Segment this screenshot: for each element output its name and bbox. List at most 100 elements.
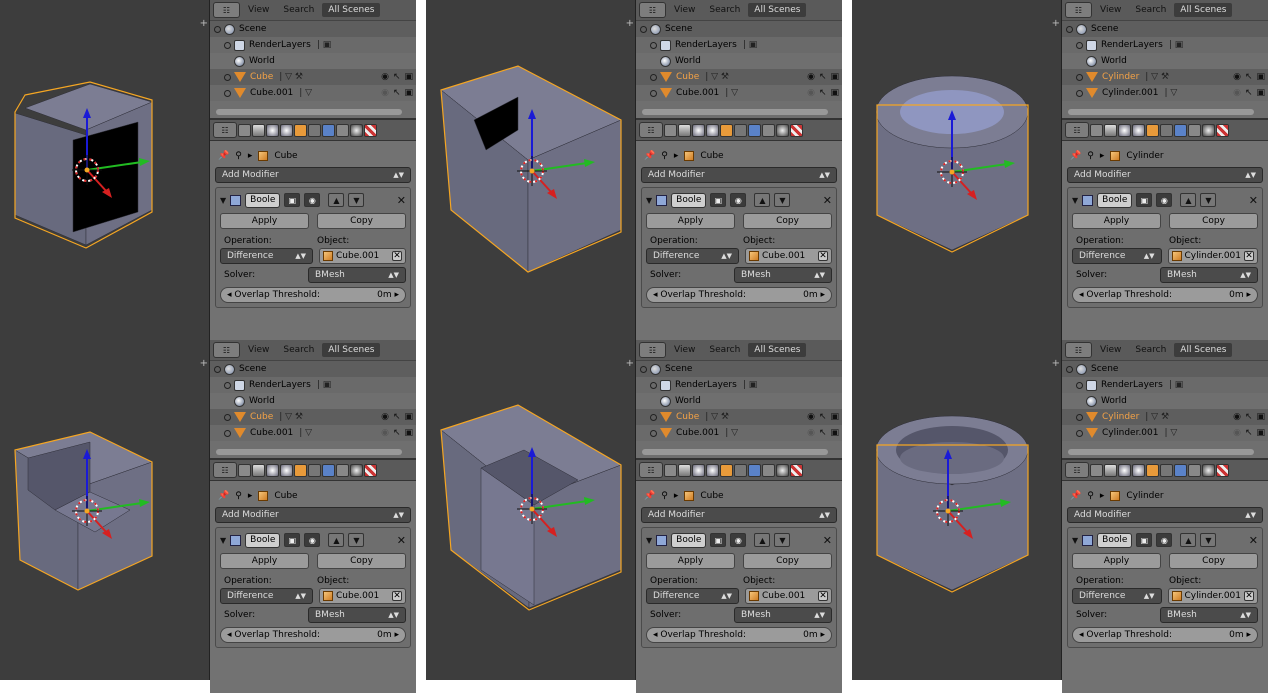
solver-dropdown[interactable]: BMesh ▲▼ <box>734 267 832 283</box>
tree-row-object-2[interactable]: Cube.001 | ▽ ◉ ↖ ▣ <box>636 85 842 101</box>
close-icon[interactable]: ✕ <box>1249 534 1258 547</box>
editor-type-icon[interactable]: ☷ <box>213 122 237 138</box>
eye-icon[interactable]: ◉ <box>381 72 389 82</box>
right-arrow-icon[interactable]: ▸ <box>392 290 399 300</box>
expand-icon[interactable] <box>640 25 647 33</box>
data-tab-icon[interactable] <box>762 123 775 137</box>
expand-icon[interactable] <box>224 429 231 437</box>
tree-row-world[interactable]: World <box>210 53 416 69</box>
3d-viewport[interactable]: + <box>0 340 209 680</box>
cursor-icon[interactable]: ↖ <box>819 88 827 98</box>
close-icon[interactable]: ✕ <box>397 534 406 547</box>
eye-icon[interactable]: ◉ <box>1233 428 1241 438</box>
expand-icon[interactable] <box>650 89 657 97</box>
eye-icon[interactable]: ◉ <box>381 412 389 422</box>
expand-icon[interactable] <box>224 381 231 389</box>
clear-icon[interactable]: ✕ <box>1244 251 1254 261</box>
modifiers-tab-icon[interactable] <box>748 463 761 477</box>
viewport-plus-icon[interactable]: + <box>1052 18 1060 29</box>
overlap-threshold-slider[interactable]: ◂ Overlap Threshold: 0m ▸ <box>220 287 406 303</box>
scene-tab-icon[interactable] <box>1118 123 1131 137</box>
constraints-tab-icon[interactable] <box>308 463 321 477</box>
expand-icon[interactable] <box>1076 89 1083 97</box>
outliner-scrollbar[interactable] <box>210 445 416 459</box>
editor-type-icon[interactable]: ☷ <box>1065 2 1092 18</box>
camera-icon[interactable]: ▣ <box>1136 193 1153 207</box>
scene-tab-icon[interactable] <box>266 463 279 477</box>
tab-view[interactable]: View <box>668 3 701 17</box>
tree-row-object-2[interactable]: Cube.001 | ▽ ◉ ↖ ▣ <box>636 425 842 441</box>
collapse-arrow-icon[interactable]: ▼ <box>220 536 226 545</box>
arrow-down-icon[interactable]: ▼ <box>348 193 365 207</box>
eye-icon[interactable]: ◉ <box>1233 88 1241 98</box>
cursor-icon[interactable]: ↖ <box>393 88 401 98</box>
tree-row-object-2[interactable]: Cube.001 | ▽ ◉ ↖ ▣ <box>210 85 416 101</box>
camera-icon[interactable]: ▣ <box>710 193 727 207</box>
eye-icon[interactable]: ◉ <box>807 428 815 438</box>
render-icon[interactable]: ▣ <box>830 412 839 422</box>
eye-icon[interactable]: ◉ <box>730 533 747 547</box>
object-tab-icon[interactable] <box>720 463 733 477</box>
apply-button[interactable]: Apply <box>646 553 735 569</box>
tree-row-renderlayers[interactable]: RenderLayers | ▣ <box>210 377 416 393</box>
cursor-icon[interactable]: ↖ <box>1245 412 1253 422</box>
material-tab-icon[interactable] <box>776 463 789 477</box>
solver-dropdown[interactable]: BMesh ▲▼ <box>308 267 406 283</box>
render-icon[interactable]: ▣ <box>830 88 839 98</box>
render-tab-icon[interactable] <box>664 123 677 137</box>
render-icon[interactable]: ▣ <box>404 88 413 98</box>
copy-button[interactable]: Copy <box>743 553 832 569</box>
camera-icon[interactable]: ▣ <box>284 533 301 547</box>
render-icon[interactable]: ▣ <box>1256 428 1265 438</box>
editor-type-icon[interactable]: ☷ <box>639 2 666 18</box>
editor-type-icon[interactable]: ☷ <box>639 462 663 478</box>
viewport-plus-icon[interactable]: + <box>1052 358 1060 369</box>
eye-icon[interactable]: ◉ <box>807 88 815 98</box>
tab-view[interactable]: View <box>242 343 275 357</box>
expand-icon[interactable] <box>224 413 231 421</box>
constraints-tab-icon[interactable] <box>734 123 747 137</box>
modifier-name-field[interactable]: Boole <box>1097 532 1133 548</box>
expand-icon[interactable] <box>650 381 657 389</box>
modifiers-tab-icon[interactable] <box>322 463 335 477</box>
3d-viewport[interactable]: + <box>852 340 1061 680</box>
tree-row-object-1[interactable]: Cube | ▽ ⚒ ◉ ↖ ▣ <box>636 409 842 425</box>
texture-tab-icon[interactable] <box>790 463 803 477</box>
outliner-scrollbar[interactable] <box>636 105 842 119</box>
tab-search[interactable]: Search <box>1129 343 1172 357</box>
render-tab-icon[interactable] <box>664 463 677 477</box>
modifier-name-field[interactable]: Boole <box>671 192 707 208</box>
world-tab-icon[interactable] <box>1132 463 1145 477</box>
data-tab-icon[interactable] <box>336 123 349 137</box>
arrow-down-icon[interactable]: ▼ <box>774 193 791 207</box>
right-arrow-icon[interactable]: ▸ <box>1244 290 1251 300</box>
collapse-arrow-icon[interactable]: ▼ <box>1072 196 1078 205</box>
eye-icon[interactable]: ◉ <box>807 72 815 82</box>
texture-tab-icon[interactable] <box>364 463 377 477</box>
apply-button[interactable]: Apply <box>1072 213 1161 229</box>
close-icon[interactable]: ✕ <box>823 534 832 547</box>
add-modifier-dropdown[interactable]: Add Modifier ▲▼ <box>215 167 411 183</box>
tab-search[interactable]: Search <box>1129 3 1172 17</box>
expand-icon[interactable] <box>650 41 657 49</box>
tab-all-scenes[interactable]: All Scenes <box>322 343 381 357</box>
3d-viewport[interactable]: + <box>426 340 635 680</box>
cursor-icon[interactable]: ↖ <box>1245 428 1253 438</box>
editor-type-icon[interactable]: ☷ <box>1065 462 1089 478</box>
object-field[interactable]: Cube.001 ✕ <box>319 248 406 264</box>
3d-viewport[interactable]: + <box>426 0 635 340</box>
cursor-icon[interactable]: ↖ <box>819 72 827 82</box>
viewport-plus-icon[interactable]: + <box>626 18 634 29</box>
overlap-threshold-slider[interactable]: ◂ Overlap Threshold: 0m ▸ <box>646 287 832 303</box>
close-icon[interactable]: ✕ <box>823 194 832 207</box>
cursor-icon[interactable]: ↖ <box>819 412 827 422</box>
apply-button[interactable]: Apply <box>646 213 735 229</box>
expand-icon[interactable] <box>1066 365 1073 373</box>
collapse-arrow-icon[interactable]: ▼ <box>646 536 652 545</box>
expand-icon[interactable] <box>1076 429 1083 437</box>
texture-tab-icon[interactable] <box>790 123 803 137</box>
material-tab-icon[interactable] <box>350 123 363 137</box>
tree-row-scene[interactable]: Scene <box>210 361 416 377</box>
tree-row-scene[interactable]: Scene <box>636 21 842 37</box>
operation-dropdown[interactable]: Difference ▲▼ <box>646 248 739 264</box>
